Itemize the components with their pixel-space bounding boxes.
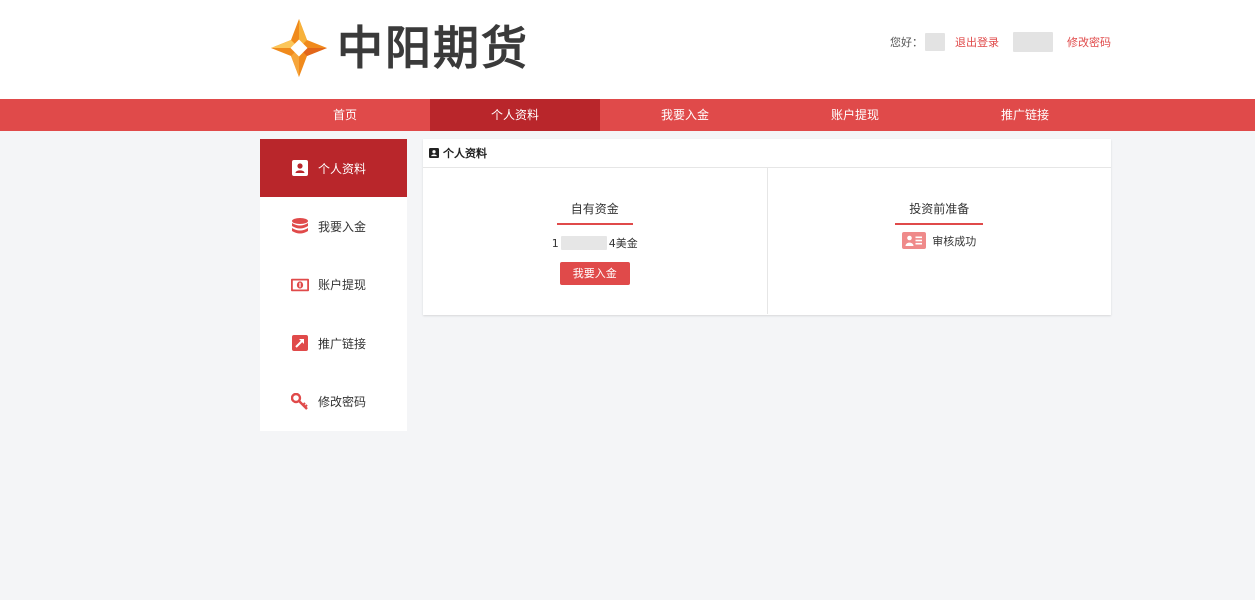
funds-title: 自有资金 — [556, 200, 633, 225]
nav-item-home[interactable]: 首页 — [260, 99, 430, 131]
external-link-icon — [291, 334, 309, 352]
top-nav: 首页 个人资料 我要入金 账户提现 推广链接 — [0, 99, 1255, 131]
user-bar: 您好： 退出登录 修改密码 — [890, 32, 1111, 52]
amount-prefix: 1 — [551, 236, 559, 250]
sidebar-item-label: 推广链接 — [318, 336, 367, 351]
change-password-link[interactable]: 修改密码 — [1067, 34, 1111, 50]
logout-link[interactable]: 退出登录 — [955, 34, 999, 50]
nav-item-profile[interactable]: 个人资料 — [430, 99, 600, 131]
sidebar-item-label: 账户提现 — [318, 278, 367, 293]
sidebar-item-label: 个人资料 — [318, 161, 367, 176]
greeting-label: 您好： — [890, 36, 923, 49]
header: 中阳期货 您好： 退出登录 修改密码 — [0, 0, 1255, 99]
sidebar: 个人资料 我要入金 账户提现 推广链接 修改密码 — [260, 139, 407, 431]
database-coins-icon — [291, 217, 309, 236]
money-bill-icon — [291, 276, 309, 294]
username-redacted — [925, 33, 945, 51]
brand-name: 中阳期货 — [337, 21, 529, 75]
panel-title: 个人资料 — [443, 147, 487, 160]
prep-column: 投资前准备 审核成功 — [766, 168, 1112, 314]
nav-item-referral[interactable]: 推广链接 — [940, 99, 1110, 131]
user-card-icon — [291, 159, 309, 177]
status-text: 审核成功 — [932, 234, 977, 248]
user-card-icon — [429, 148, 439, 158]
sidebar-item-profile[interactable]: 个人资料 — [260, 139, 407, 198]
funds-amount: 1 4美金 — [552, 235, 638, 251]
four-point-star-logo-icon — [271, 19, 327, 77]
sidebar-item-referral[interactable]: 推广链接 — [260, 314, 407, 372]
redacted-block — [1013, 32, 1053, 52]
sidebar-item-label: 我要入金 — [318, 220, 367, 235]
key-icon — [291, 392, 309, 411]
funds-column: 自有资金 1 4美金 我要入金 — [423, 168, 767, 314]
sidebar-item-label: 修改密码 — [318, 395, 367, 410]
profile-panel: 个人资料 自有资金 1 4美金 我要入金 投资前准备 审核成功 — [423, 139, 1111, 315]
panel-header: 个人资料 — [423, 139, 1111, 168]
sidebar-item-withdraw[interactable]: 账户提现 — [260, 256, 407, 314]
review-status: 审核成功 — [902, 232, 976, 249]
id-card-icon — [902, 232, 927, 249]
sidebar-item-deposit[interactable]: 我要入金 — [260, 197, 407, 255]
prep-title: 投资前准备 — [895, 200, 984, 225]
brand-logo[interactable]: 中阳期货 — [271, 18, 529, 78]
sidebar-item-change-password[interactable]: 修改密码 — [260, 373, 407, 431]
nav-item-deposit[interactable]: 我要入金 — [600, 99, 770, 131]
deposit-button[interactable]: 我要入金 — [559, 262, 630, 285]
amount-redacted — [560, 236, 607, 250]
amount-suffix: 4美金 — [608, 237, 638, 250]
nav-item-withdraw[interactable]: 账户提现 — [770, 99, 940, 131]
